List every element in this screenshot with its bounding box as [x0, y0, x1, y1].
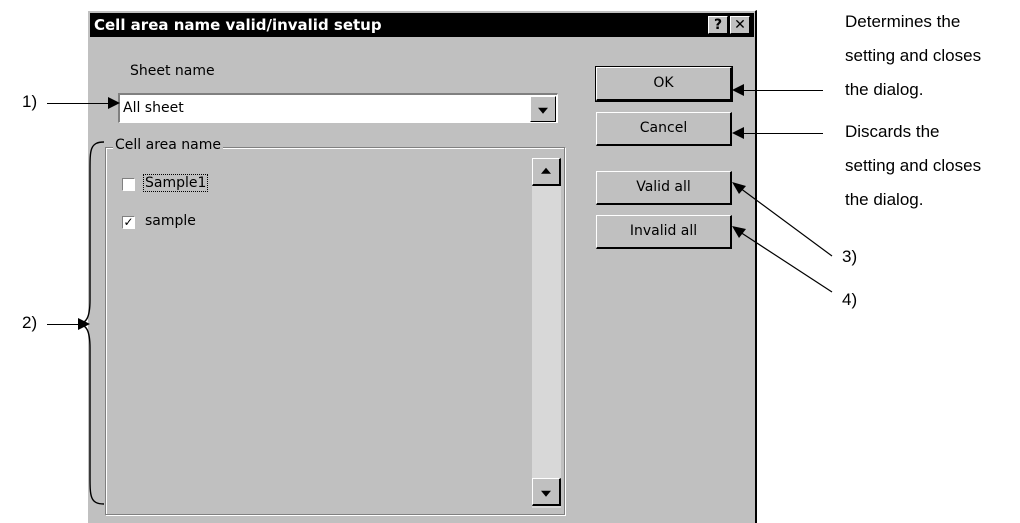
ok-description-line-2: setting and closes: [845, 46, 982, 65]
dialog-title: Cell area name valid/invalid setup: [94, 16, 382, 34]
cancel-description-line-1: Discards the: [845, 122, 940, 141]
sheet-name-combo[interactable]: All sheet: [118, 93, 558, 123]
cancel-button[interactable]: Cancel: [596, 112, 732, 146]
brace-icon: [78, 141, 105, 505]
valid-all-button[interactable]: Valid all: [596, 171, 732, 205]
sheet-name-value: All sheet: [123, 100, 184, 116]
combo-dropdown-button[interactable]: [530, 96, 556, 122]
scroll-down-button[interactable]: [532, 478, 561, 506]
checkbox[interactable]: ✓: [122, 216, 135, 229]
annotation-1-line: [47, 103, 110, 104]
annotation-4: 4): [842, 290, 858, 309]
list-item-label: sample: [145, 213, 196, 229]
list-scrollbar[interactable]: [532, 158, 561, 508]
ok-description-line-1: Determines the: [845, 12, 961, 31]
checkbox[interactable]: [122, 178, 135, 191]
chevron-down-icon: [538, 107, 548, 114]
annotation-3: 3): [842, 247, 858, 266]
annotation-1: 1): [22, 92, 38, 111]
ok-button[interactable]: OK: [595, 66, 733, 102]
chevron-down-icon: [541, 490, 551, 497]
scroll-up-button[interactable]: [532, 158, 561, 186]
list-item-label: Sample1: [142, 174, 209, 192]
invalid-all-button[interactable]: Invalid all: [596, 215, 732, 249]
cancel-description-line-2: setting and closes: [845, 156, 982, 175]
annotation-2-line: [47, 324, 80, 325]
cell-area-group-label: Cell area name: [113, 137, 223, 153]
close-icon: ✕: [734, 17, 746, 33]
annotation-2: 2): [22, 313, 38, 332]
ok-annotation-line: [742, 90, 823, 91]
title-bar[interactable]: Cell area name valid/invalid setup ? ✕: [90, 13, 754, 37]
annotation-4-arrow: [732, 226, 833, 293]
ok-description-line-3: the dialog.: [845, 80, 924, 99]
dialog-window: Cell area name valid/invalid setup ? ✕ S…: [87, 10, 757, 523]
help-button[interactable]: ?: [708, 16, 728, 34]
chevron-up-icon: [541, 167, 551, 174]
close-button[interactable]: ✕: [730, 16, 750, 34]
arrow-right-icon: [108, 97, 120, 109]
cell-area-list[interactable]: Sample1 ✓ sample: [110, 157, 562, 507]
cancel-annotation-line: [742, 133, 823, 134]
help-icon: ?: [713, 17, 723, 33]
cancel-description-line-3: the dialog.: [845, 190, 924, 209]
sheet-name-label: Sheet name: [130, 63, 215, 79]
